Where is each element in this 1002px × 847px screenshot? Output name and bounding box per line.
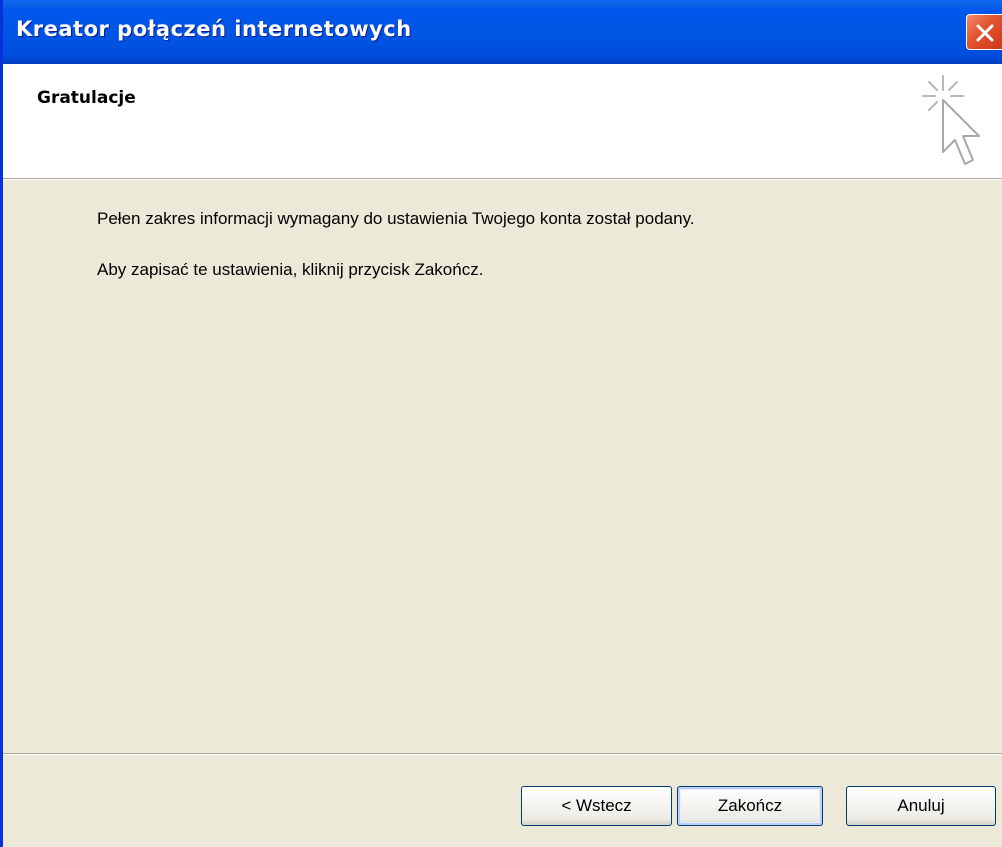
wizard-header: Gratulacje <box>3 64 1002 178</box>
title-bar[interactable]: Kreator połączeń internetowych <box>3 0 1002 64</box>
finish-button[interactable]: Zakończ <box>677 786 823 826</box>
page-title: Gratulacje <box>37 88 136 108</box>
close-icon <box>976 24 994 42</box>
footer-separator <box>3 753 1002 755</box>
close-button[interactable] <box>966 14 1002 50</box>
header-separator <box>3 178 1002 180</box>
info-text-line2: Aby zapisać te ustawienia, kliknij przyc… <box>97 260 484 279</box>
cancel-button[interactable]: Anuluj <box>846 786 996 826</box>
wizard-cursor-sparkle-icon <box>922 75 980 165</box>
wizard-window: Kreator połączeń internetowych Gratulacj… <box>0 0 1002 847</box>
info-text-line1: Pełen zakres informacji wymagany do usta… <box>97 209 695 228</box>
back-button[interactable]: < Wstecz <box>521 786 672 826</box>
window-title: Kreator połączeń internetowych <box>16 17 412 41</box>
